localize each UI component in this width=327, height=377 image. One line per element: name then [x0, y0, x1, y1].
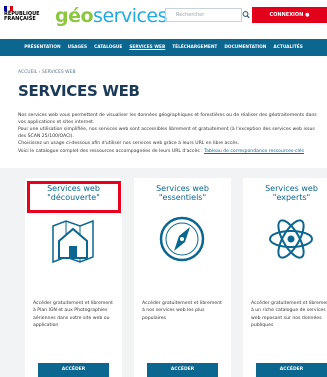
intro-paragraph-2: Pour une utilisation simplifiée, nos ser… — [18, 127, 315, 139]
acceder-button-experts[interactable]: ACCÉDER — [256, 363, 327, 377]
intro-paragraph-1: Nos services web vous permettent de visu… — [18, 113, 317, 125]
card-title: Services web "experts" — [243, 184, 327, 202]
card-description: Accéder gratuitement et librement à Plan… — [33, 301, 113, 329]
search-icon[interactable] — [242, 8, 250, 22]
republique-francaise-logo[interactable]: RÉPUBLIQUE FRANÇAISE — [4, 11, 40, 23]
card-description: Accéder gratuitement et librement à un r… — [251, 301, 327, 329]
main-nav: PRÉSENTATION USAGES CATALOGUE SERVICES W… — [0, 39, 327, 56]
card-title-line2: "experts" — [272, 193, 311, 202]
atom-icon — [269, 219, 313, 259]
card-essentiels[interactable]: Services web "essentiels" Accéder gratui… — [134, 178, 231, 377]
card-title-line1: Services web — [265, 184, 318, 193]
catalogue-text: Voici le catalogue complet des ressource… — [18, 149, 205, 154]
intro-paragraph-3: Choisissez un usage ci-dessous afin d'ut… — [18, 141, 240, 146]
nav-item-services-web[interactable]: SERVICES WEB — [129, 45, 165, 50]
card-description: Accéder gratuitement et librement à nos … — [142, 301, 222, 321]
nav-item-catalogue[interactable]: CATALOGUE — [94, 45, 122, 50]
card-experts[interactable]: Services web "experts" Accéder gratuitem… — [243, 178, 327, 377]
nav-item-usages[interactable]: USAGES — [68, 45, 87, 50]
search-input[interactable]: Rechercher — [165, 8, 242, 22]
logo-part1: géo — [55, 5, 94, 27]
connexion-label: CONNEXION — [269, 12, 304, 18]
rf-line2: FRANÇAISE — [4, 16, 36, 23]
geoservices-logo[interactable]: géoservices — [55, 5, 168, 27]
card-title-line1: Services web — [156, 184, 209, 193]
compass-icon — [159, 216, 205, 262]
logo-part2: services — [93, 5, 168, 27]
nav-item-documentation[interactable]: DOCUMENTATION — [224, 45, 266, 50]
connexion-button[interactable]: CONNEXION ● — [252, 7, 327, 23]
card-title: Services web "essentiels" — [134, 184, 231, 202]
acceder-button-essentiels[interactable]: ACCÉDER — [147, 363, 218, 377]
correspondance-table-link[interactable]: Tableau de correspondance ressources-clé… — [204, 149, 304, 154]
page-title: SERVICES WEB — [18, 82, 140, 100]
breadcrumb[interactable]: ACCUEIL › SERVICES WEB — [18, 70, 76, 75]
highlight-box — [27, 181, 121, 213]
nav-item-telechargement[interactable]: TÉLÉCHARGEMENT — [172, 45, 217, 50]
card-title-line2: "essentiels" — [158, 193, 207, 202]
acceder-button-decouverte[interactable]: ACCÉDER — [38, 363, 109, 377]
nav-item-presentation[interactable]: PRÉSENTATION — [24, 45, 60, 50]
house-map-icon — [52, 219, 94, 264]
header: RÉPUBLIQUE FRANÇAISE géoservices Recherc… — [0, 0, 327, 34]
nav-item-actualites[interactable]: ACTUALITÉS — [273, 45, 302, 50]
user-icon: ● — [305, 12, 310, 18]
intro-paragraph-4: Voici le catalogue complet des ressource… — [18, 149, 323, 156]
